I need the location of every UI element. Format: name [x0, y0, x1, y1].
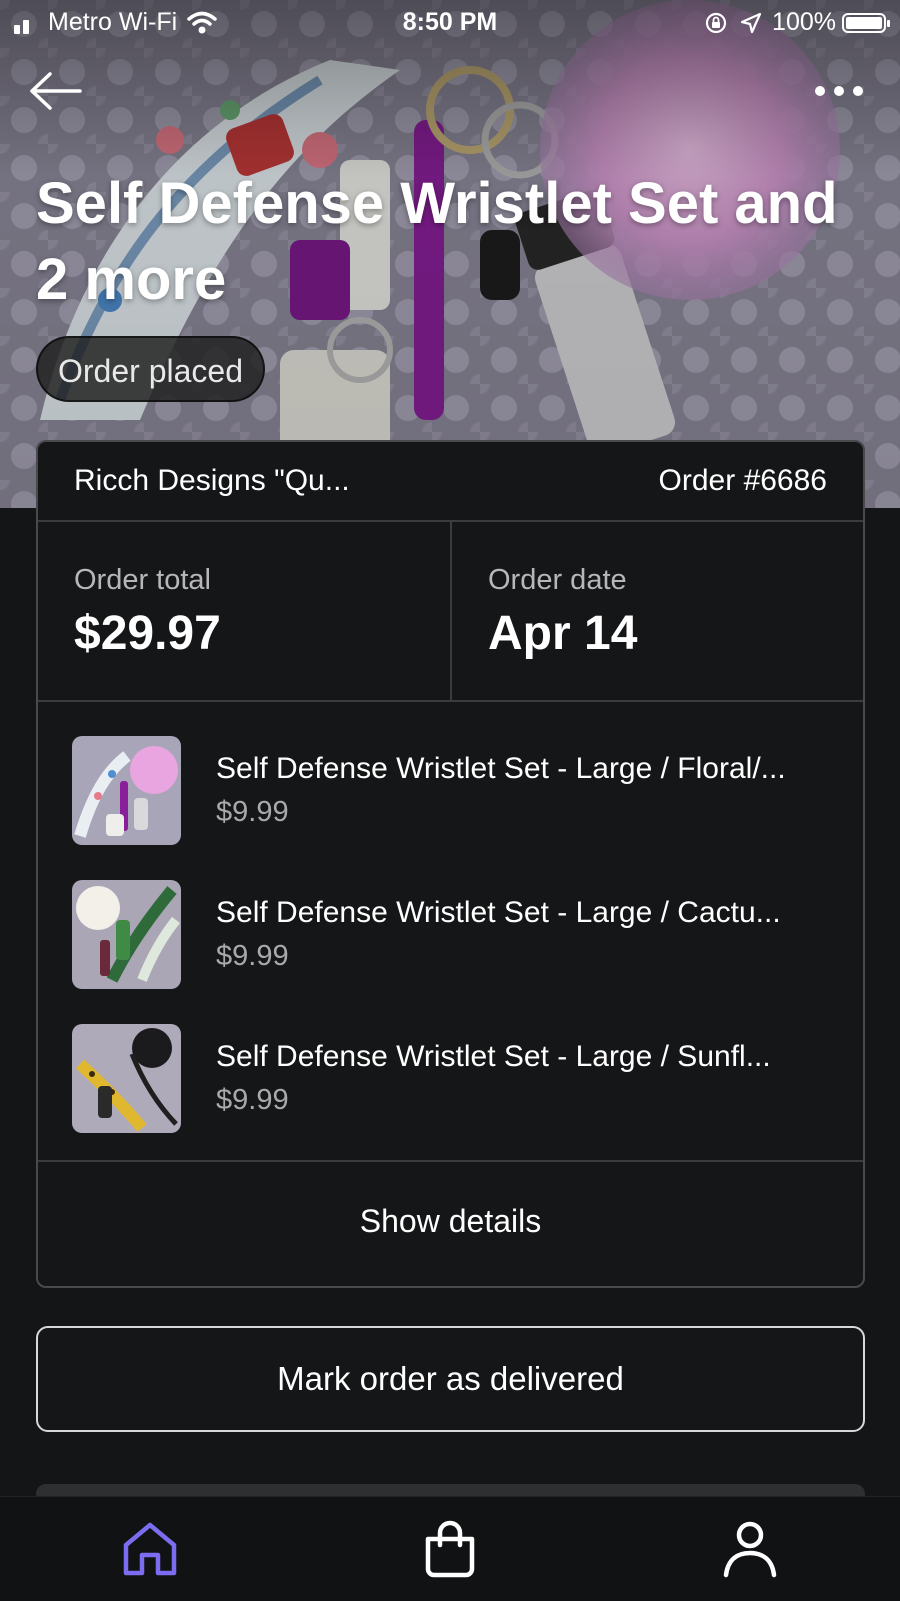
- order-date-value: Apr 14: [488, 607, 638, 660]
- show-details-button[interactable]: Show details: [38, 1162, 863, 1286]
- item-name: Self Defense Wristlet Set - Large / Cact…: [216, 896, 781, 929]
- product-thumbnail: [72, 880, 181, 989]
- order-date-cell: Order date Apr 14: [452, 522, 863, 700]
- list-item[interactable]: Self Defense Wristlet Set - Large / Cact…: [38, 880, 863, 990]
- list-item[interactable]: Self Defense Wristlet Set - Large / Flor…: [38, 736, 863, 846]
- more-options-icon[interactable]: [812, 76, 866, 106]
- store-name[interactable]: Ricch Designs "Qu...: [74, 464, 350, 498]
- page-title: Self Defense Wristlet Set and 2 more: [36, 171, 838, 312]
- order-stats: Order total $29.97 Order date Apr 14: [38, 522, 863, 702]
- order-card-header: Ricch Designs "Qu... Order #6686: [38, 442, 863, 522]
- status-bar: Metro Wi-Fi 8:50 PM 100%: [0, 0, 900, 46]
- person-icon[interactable]: [718, 1517, 782, 1581]
- order-date-label: Order date: [488, 564, 627, 596]
- orientation-lock-icon: [705, 12, 727, 33]
- shopping-bag-icon[interactable]: [418, 1517, 482, 1581]
- order-total-value: $29.97: [74, 607, 221, 660]
- mark-delivered-button[interactable]: Mark order as delivered: [36, 1326, 865, 1432]
- item-price: $9.99: [216, 796, 289, 828]
- home-icon[interactable]: [118, 1517, 182, 1581]
- item-price: $9.99: [216, 1084, 289, 1116]
- list-item[interactable]: Self Defense Wristlet Set - Large / Sunf…: [38, 1024, 863, 1134]
- location-icon: [740, 12, 762, 33]
- order-status-badge: Order placed: [36, 336, 265, 402]
- order-total-cell: Order total $29.97: [38, 522, 452, 700]
- back-arrow-icon[interactable]: [26, 70, 86, 112]
- product-thumbnail: [72, 736, 181, 845]
- item-name: Self Defense Wristlet Set - Large / Flor…: [216, 752, 786, 785]
- order-number: Order #6686: [658, 464, 827, 497]
- order-summary-card: Ricch Designs "Qu... Order #6686 Order t…: [36, 440, 865, 1288]
- order-items-list: Self Defense Wristlet Set - Large / Flor…: [38, 702, 863, 1162]
- battery-icon: [842, 12, 890, 33]
- item-price: $9.99: [216, 940, 289, 972]
- product-thumbnail: [72, 1024, 181, 1133]
- bottom-tab-bar: [0, 1496, 900, 1601]
- item-name: Self Defense Wristlet Set - Large / Sunf…: [216, 1040, 771, 1073]
- order-total-label: Order total: [74, 564, 211, 596]
- battery-percentage: 100%: [772, 8, 836, 36]
